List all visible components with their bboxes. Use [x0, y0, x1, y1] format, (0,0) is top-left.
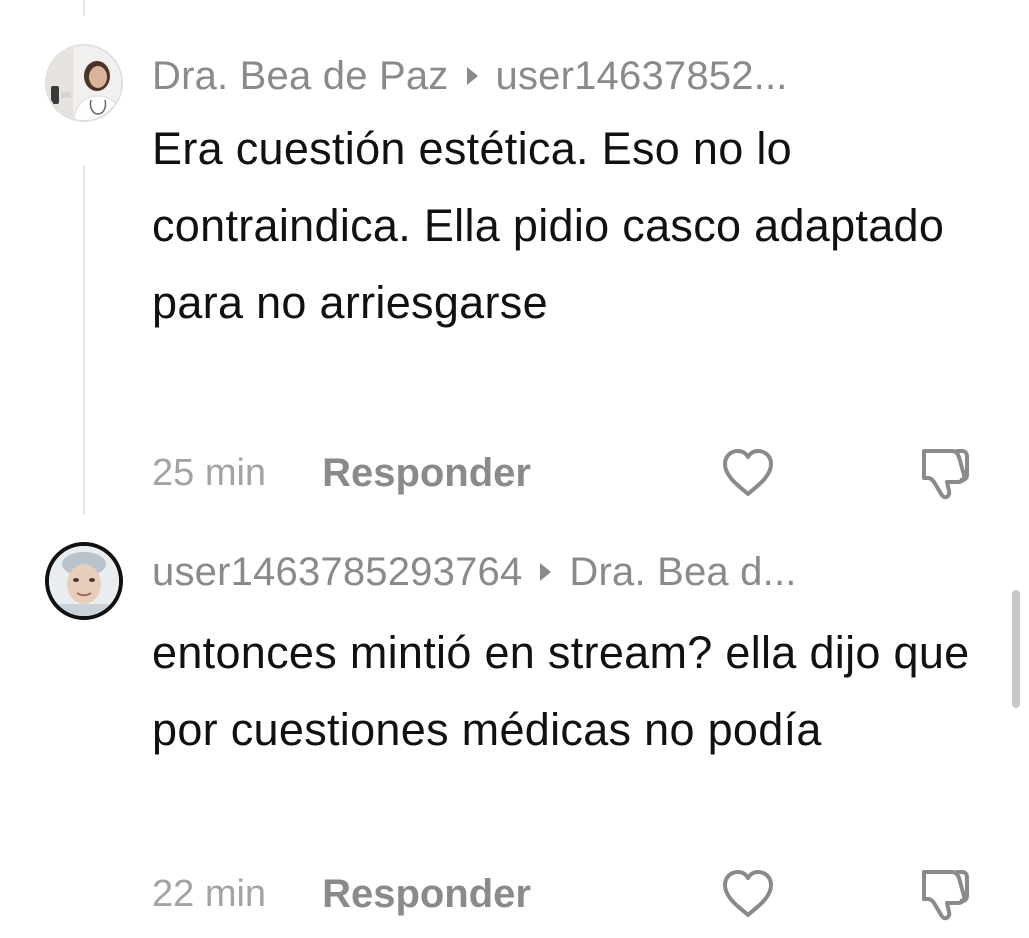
reply-button[interactable]: Responder [322, 451, 531, 496]
doctor-avatar-icon [47, 46, 121, 120]
comment-item: Dra. Bea de Paz user14637852... Era cues… [0, 0, 1029, 520]
author-name[interactable]: Dra. Bea de Paz [152, 54, 449, 99]
comment-text: Era cuestión estética. Eso no lo contrai… [152, 123, 945, 328]
heart-icon [723, 870, 773, 917]
reply-to-name[interactable]: Dra. Bea d... [569, 550, 796, 595]
avatar[interactable] [45, 542, 123, 620]
reply-to-name[interactable]: user14637852... [496, 54, 788, 99]
comment-timestamp: 22 min [152, 872, 267, 915]
comment-item: user1463785293764 Dra. Bea d... entonces… [0, 530, 1029, 938]
comment-meta: 25 min Responder [152, 448, 531, 498]
avatar[interactable] [45, 44, 123, 122]
user-avatar-icon [49, 546, 119, 616]
scrollbar[interactable] [1012, 590, 1020, 708]
comment-header: user1463785293764 Dra. Bea d... [152, 550, 797, 594]
like-button[interactable] [718, 443, 778, 503]
comment-timestamp: 25 min [152, 451, 267, 494]
dislike-button[interactable] [914, 864, 974, 924]
like-button[interactable] [718, 864, 778, 924]
comment-meta: 22 min Responder [152, 869, 531, 919]
heart-icon [723, 449, 773, 496]
reply-button[interactable]: Responder [322, 872, 531, 917]
thumbs-down-icon [922, 870, 969, 921]
comment-header: Dra. Bea de Paz user14637852... [152, 54, 788, 98]
comment-text: entonces mintió en stream? ella dijo que… [152, 627, 970, 755]
thumbs-down-icon [922, 449, 969, 500]
reply-arrow-icon [466, 67, 478, 85]
dislike-button[interactable] [914, 443, 974, 503]
reply-arrow-icon [540, 563, 552, 581]
author-name[interactable]: user1463785293764 [152, 550, 522, 595]
